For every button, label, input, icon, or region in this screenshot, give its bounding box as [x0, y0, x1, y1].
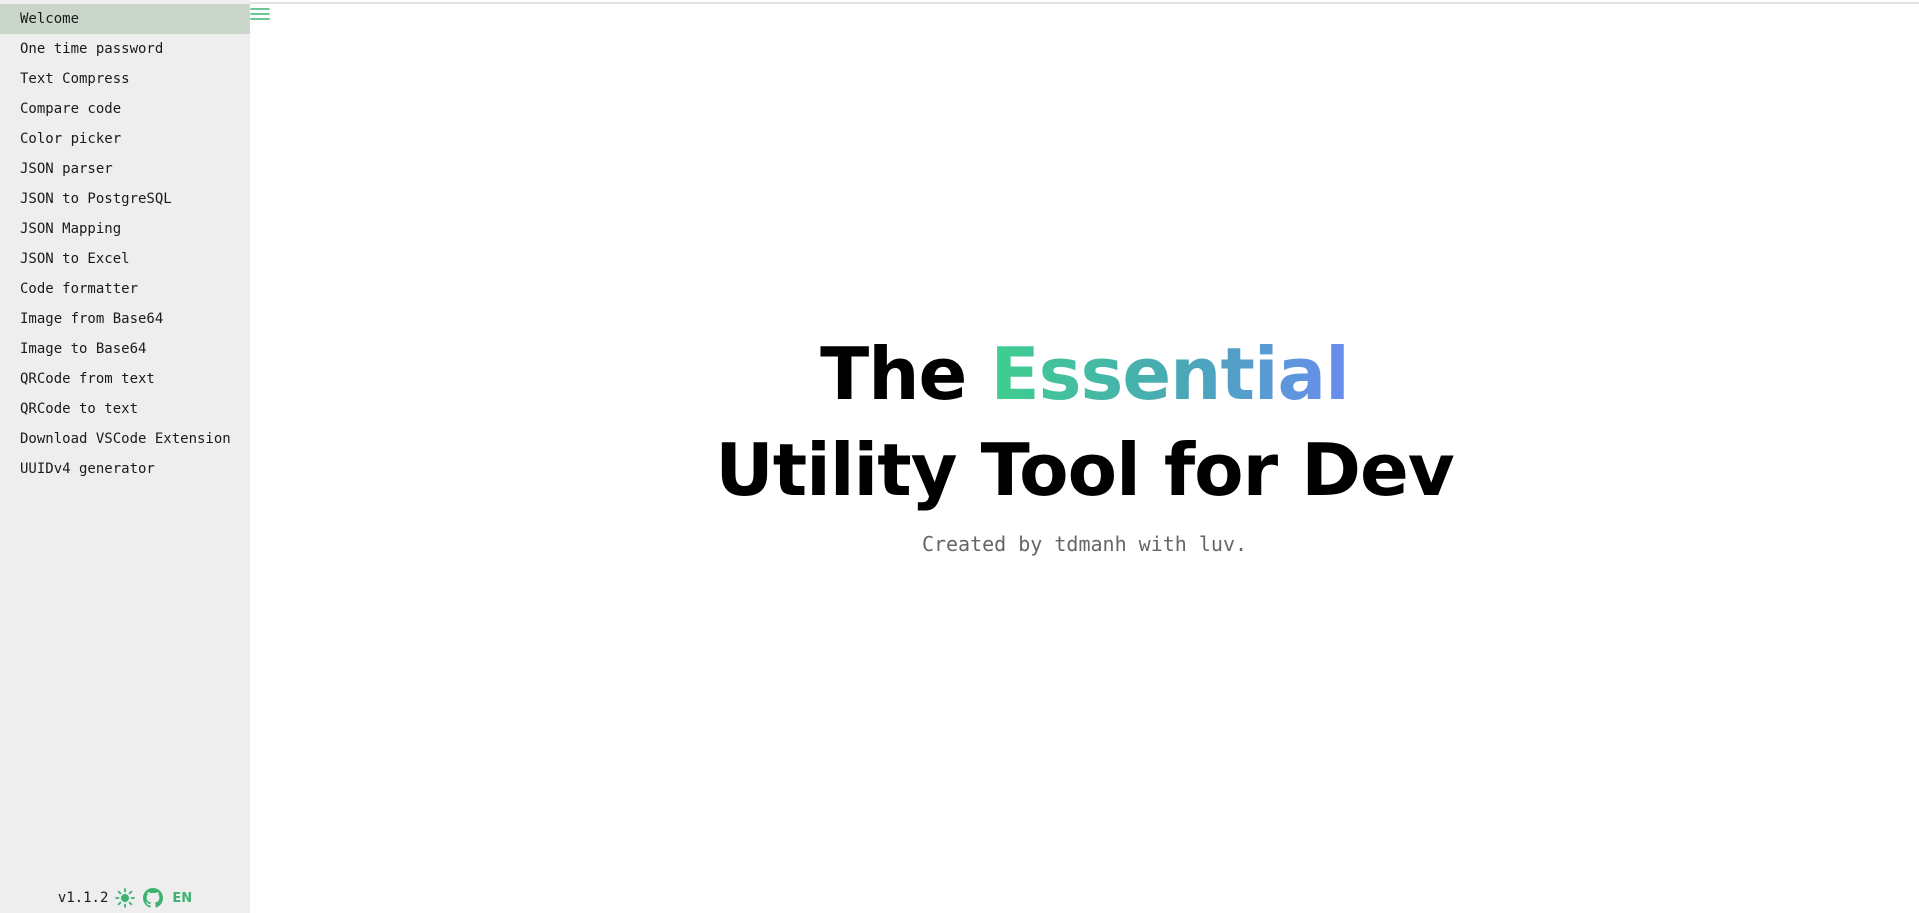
sidebar-item-json-parser[interactable]: JSON parser: [0, 154, 250, 184]
sidebar-item-qrcode-to-text[interactable]: QRCode to text: [0, 394, 250, 424]
sidebar-item-image-from-base64[interactable]: Image from Base64: [0, 304, 250, 334]
sidebar-item-welcome[interactable]: Welcome: [0, 4, 250, 34]
sun-icon[interactable]: [114, 887, 136, 909]
github-icon[interactable]: [142, 887, 164, 909]
hero-title-line2: Utility Tool for Dev: [715, 428, 1454, 512]
sidebar: Welcome One time password Text Compress …: [0, 0, 250, 913]
sidebar-item-json-mapping[interactable]: JSON Mapping: [0, 214, 250, 244]
sidebar-nav: Welcome One time password Text Compress …: [0, 0, 250, 484]
sidebar-item-image-to-base64[interactable]: Image to Base64: [0, 334, 250, 364]
language-switch[interactable]: EN: [172, 891, 192, 906]
sidebar-item-color-picker[interactable]: Color picker: [0, 124, 250, 154]
sidebar-item-compare-code[interactable]: Compare code: [0, 94, 250, 124]
hero-subtitle: Created by tdmanh with luv.: [921, 532, 1248, 556]
hero-title-highlight: Essential: [990, 332, 1349, 416]
sidebar-footer: v1.1.2 EN: [0, 884, 250, 912]
sidebar-item-text-compress[interactable]: Text Compress: [0, 64, 250, 94]
hero-title-prefix: The: [820, 332, 967, 416]
sidebar-item-code-formatter[interactable]: Code formatter: [0, 274, 250, 304]
version-label: v1.1.2: [57, 890, 109, 906]
app-root: Welcome One time password Text Compress …: [0, 0, 1919, 913]
sidebar-item-json-to-postgresql[interactable]: JSON to PostgreSQL: [0, 184, 250, 214]
sidebar-item-json-to-excel[interactable]: JSON to Excel: [0, 244, 250, 274]
sidebar-item-one-time-password[interactable]: One time password: [0, 34, 250, 64]
sidebar-item-uuidv4-generator[interactable]: UUIDv4 generator: [0, 454, 250, 484]
hero-title: The Essential Utility Tool for Dev: [250, 326, 1919, 518]
main-content: The Essential Utility Tool for Dev Creat…: [250, 0, 1919, 913]
sidebar-item-download-vscode-extension[interactable]: Download VSCode Extension: [0, 424, 250, 454]
sidebar-item-qrcode-from-text[interactable]: QRCode from text: [0, 364, 250, 394]
